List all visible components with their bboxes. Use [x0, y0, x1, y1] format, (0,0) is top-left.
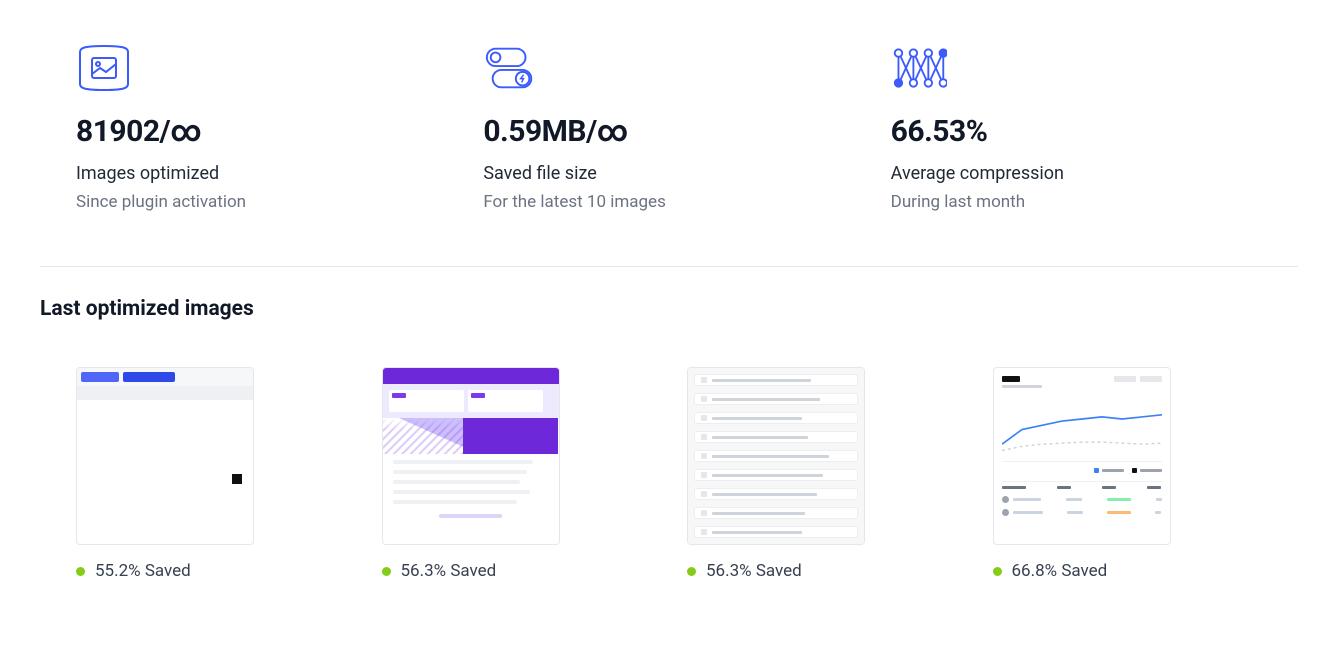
- saved-label: 56.3% Saved: [706, 561, 802, 581]
- saved-label: 56.3% Saved: [401, 561, 497, 581]
- status-row: 66.8% Saved: [993, 561, 1299, 581]
- status-dot-icon: [382, 567, 391, 576]
- section-title: Last optimized images: [40, 297, 1298, 321]
- stat-value: 66.53%: [891, 114, 1298, 149]
- toggle-bolt-icon: [483, 40, 539, 96]
- status-dot-icon: [993, 567, 1002, 576]
- stat-sublabel: During last month: [891, 192, 1298, 212]
- status-row: 56.3% Saved: [382, 561, 688, 581]
- thumbnail-image: [382, 367, 560, 545]
- stat-images-optimized: 81902/∞ Images optimized Since plugin ac…: [76, 40, 483, 212]
- neural-network-icon: [891, 40, 947, 96]
- status-row: 56.3% Saved: [687, 561, 993, 581]
- thumbnail-row: 55.2% Saved: [40, 367, 1298, 581]
- stat-sublabel: For the latest 10 images: [483, 192, 890, 212]
- stat-value: 0.59MB/∞: [483, 114, 890, 149]
- saved-label: 66.8% Saved: [1012, 561, 1108, 581]
- status-dot-icon: [76, 567, 85, 576]
- thumbnail-image: [76, 367, 254, 545]
- thumbnail-image: [687, 367, 865, 545]
- stats-row: 81902/∞ Images optimized Since plugin ac…: [40, 40, 1298, 212]
- stat-label: Saved file size: [483, 163, 890, 184]
- status-dot-icon: [687, 567, 696, 576]
- thumbnail-card[interactable]: 56.3% Saved: [382, 367, 688, 581]
- image-panorama-icon: [76, 40, 132, 96]
- stat-label: Images optimized: [76, 163, 483, 184]
- stat-average-compression: 66.53% Average compression During last m…: [891, 40, 1298, 212]
- stat-saved-file-size: 0.59MB/∞ Saved file size For the latest …: [483, 40, 890, 212]
- thumbnail-card[interactable]: 55.2% Saved: [76, 367, 382, 581]
- thumbnail-card[interactable]: 56.3% Saved: [687, 367, 993, 581]
- stat-value: 81902/∞: [76, 114, 483, 149]
- dashboard: 81902/∞ Images optimized Since plugin ac…: [0, 0, 1338, 581]
- thumbnail-image: [993, 367, 1171, 545]
- stat-sublabel: Since plugin activation: [76, 192, 483, 212]
- thumbnail-card[interactable]: 66.8% Saved: [993, 367, 1299, 581]
- stat-label: Average compression: [891, 163, 1298, 184]
- divider: [40, 266, 1298, 267]
- saved-label: 55.2% Saved: [95, 561, 191, 581]
- status-row: 55.2% Saved: [76, 561, 382, 581]
